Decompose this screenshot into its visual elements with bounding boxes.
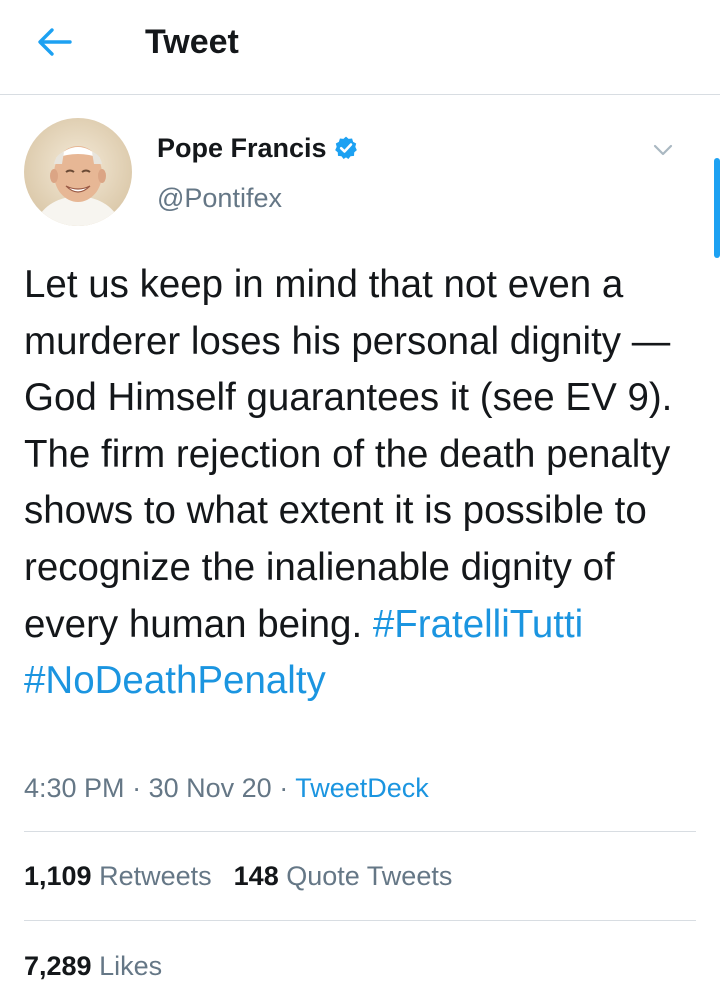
retweets-label: Retweets <box>99 861 212 891</box>
tweet-date: 30 Nov 20 <box>148 773 272 803</box>
divider <box>24 831 696 832</box>
engagement-stats: 1,109 Retweets 148 Quote Tweets <box>24 858 452 894</box>
back-button[interactable] <box>30 22 82 62</box>
quote-tweets-stat[interactable]: 148 Quote Tweets <box>234 861 453 891</box>
tweet-meta: 4:30 PM · 30 Nov 20 · TweetDeck <box>24 770 429 806</box>
tweet-text: Let us keep in mind that not even a murd… <box>24 257 704 710</box>
tweet-options-button[interactable] <box>651 138 675 162</box>
top-app-bar: Tweet <box>0 0 720 95</box>
retweets-stat[interactable]: 1,109 Retweets <box>24 861 212 891</box>
avatar-photo <box>24 118 132 226</box>
hashtag-link[interactable]: #NoDeathPenalty <box>24 659 326 702</box>
tweet-time: 4:30 PM <box>24 773 125 803</box>
likes-stat[interactable]: 7,289 Likes <box>24 951 162 981</box>
scrollbar-thumb[interactable] <box>714 158 720 258</box>
meta-separator: · <box>132 773 142 803</box>
quote-tweets-count: 148 <box>233 861 279 891</box>
hashtag-link[interactable]: #FratelliTutti <box>373 603 583 646</box>
arrow-left-icon <box>38 28 72 56</box>
chevron-down-icon <box>653 144 673 156</box>
retweets-count: 1,109 <box>24 861 92 891</box>
author-name-label: Pope Francis <box>157 133 327 163</box>
tweet-source-link[interactable]: TweetDeck <box>295 773 429 803</box>
likes-stats: 7,289 Likes <box>24 948 162 984</box>
likes-count: 7,289 <box>24 951 92 981</box>
page-title: Tweet <box>145 23 239 61</box>
meta-separator: · <box>279 773 289 803</box>
tweet-author: Pope Francis @Pontifex <box>24 118 684 228</box>
author-handle[interactable]: @Pontifex <box>157 178 282 218</box>
author-name[interactable]: Pope Francis <box>157 128 359 172</box>
likes-label: Likes <box>99 951 163 981</box>
tweet-body: Let us keep in mind that not even a murd… <box>24 263 673 646</box>
quote-tweets-label: Quote Tweets <box>286 861 453 891</box>
verified-badge-icon <box>333 132 359 172</box>
divider <box>24 920 696 921</box>
avatar[interactable] <box>24 118 132 226</box>
